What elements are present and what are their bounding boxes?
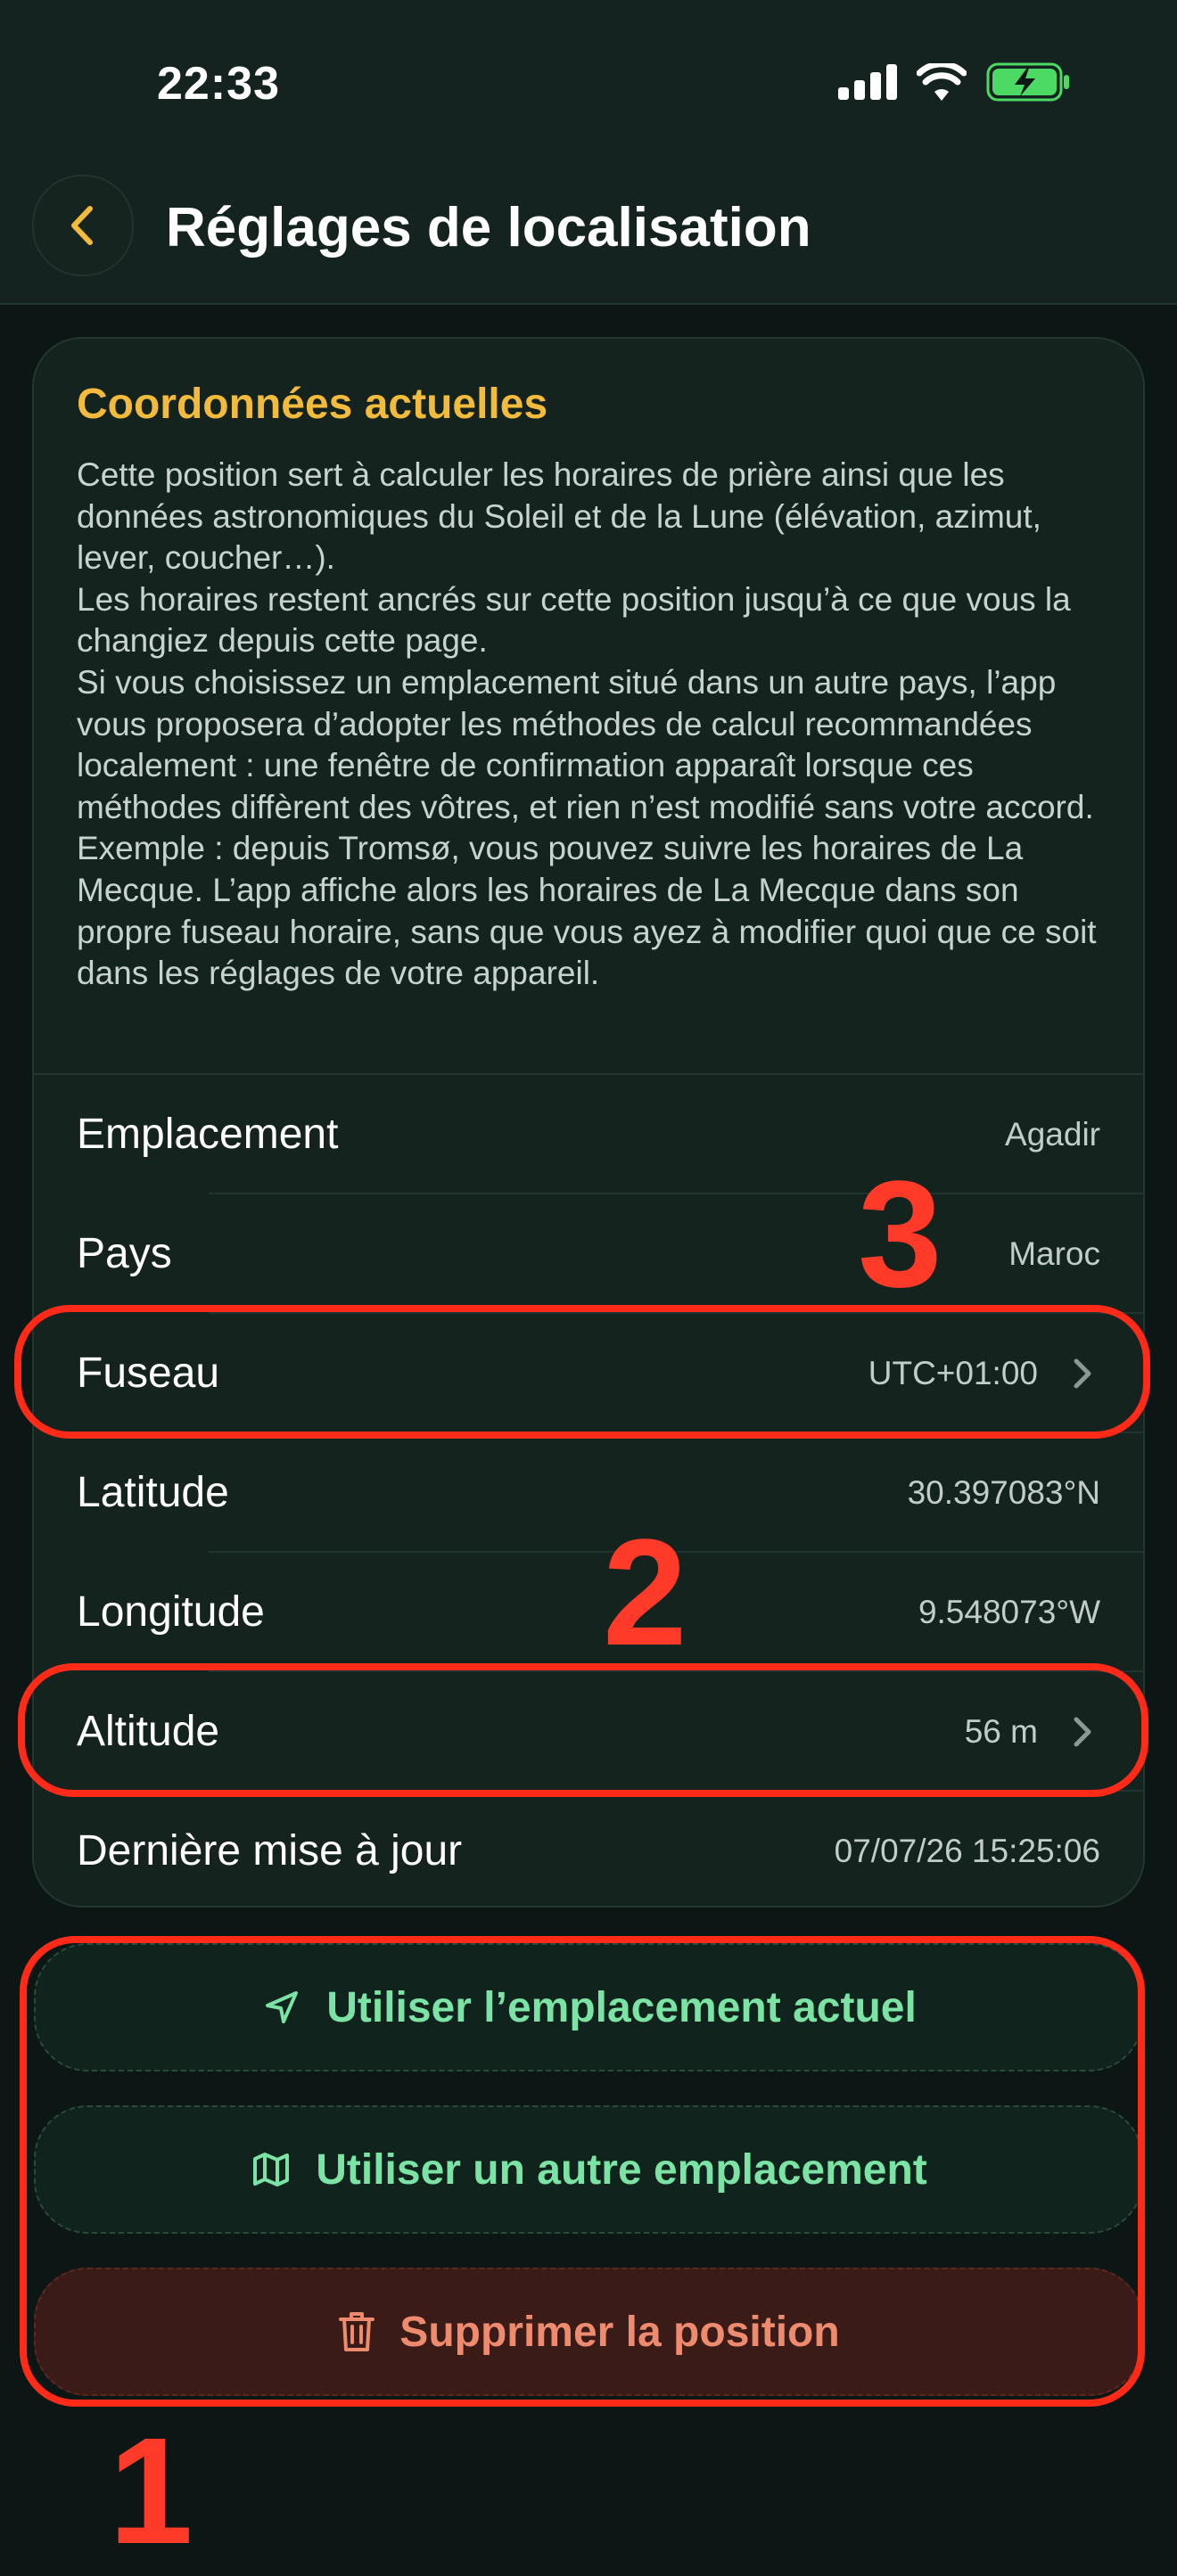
page-title: Réglages de localisation [166,197,811,258]
status-time: 22:33 [157,58,280,110]
row-value: Maroc [1008,1235,1100,1272]
row-latitude: Latitude 30.397083°N [34,1433,1143,1553]
row-label: Dernière mise à jour [77,1827,463,1875]
highlight-box-altitude [18,1663,1148,1797]
row-value: 30.397083°N [907,1474,1100,1511]
row-label: Longitude [77,1588,265,1636]
row-pays: Pays Maroc [34,1194,1143,1314]
annotation-number-1: 1 [109,2407,193,2576]
annotation-number-2: 2 [603,1508,687,1678]
back-button[interactable] [32,175,134,276]
row-value: 9.548073°W [918,1594,1100,1630]
card-description: Cette position sert à calculer les horai… [77,456,1097,992]
row-value: 07/07/26 15:25:06 [834,1833,1100,1869]
wifi-icon [917,63,967,101]
row-label: Pays [77,1230,172,1277]
row-label: Latitude [77,1469,229,1516]
row-value: Agadir [1005,1116,1100,1153]
row-last-update: Dernière mise à jour 07/07/26 15:25:06 [34,1792,1143,1906]
cellular-signal-icon [838,64,897,100]
row-emplacement: Emplacement Agadir [34,1075,1143,1194]
battery-charging-icon [986,62,1069,102]
highlight-box-fuseau [14,1305,1150,1439]
status-icons [838,62,1070,102]
card-title: Coordonnées actuelles [77,381,548,428]
annotation-number-3: 3 [858,1150,942,1319]
row-longitude: Longitude 9.548073°W [34,1553,1143,1672]
row-label: Emplacement [77,1111,339,1158]
top-bar: 22:33 Réglages de localisation [0,0,1177,305]
highlight-box-buttons [20,1936,1145,2407]
chevron-left-icon [71,206,93,245]
